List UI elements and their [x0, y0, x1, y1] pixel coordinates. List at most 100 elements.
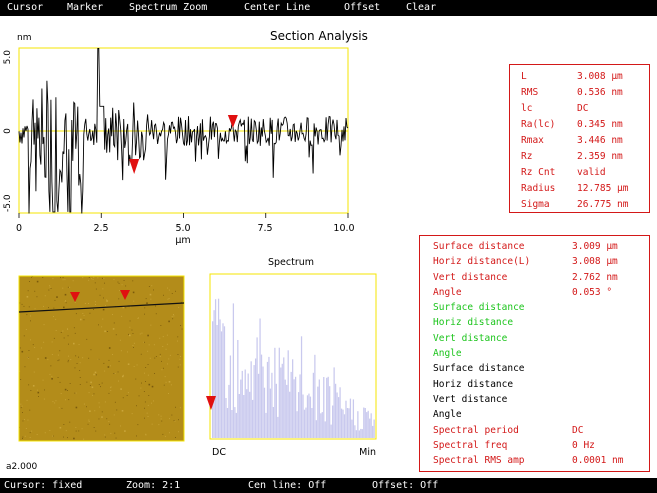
afm-speckle: [93, 373, 95, 376]
afm-speckle: [146, 302, 148, 304]
afm-speckle: [148, 395, 150, 396]
spectrum-bar: [363, 407, 365, 438]
profile-y-unit: nm: [17, 33, 31, 43]
afm-speckle: [118, 298, 120, 300]
afm-speckle: [159, 356, 161, 357]
afm-image[interactable]: [18, 275, 185, 442]
afm-speckle: [47, 359, 49, 361]
afm-speckle: [155, 356, 157, 357]
distance-row: Horiz distance: [420, 315, 649, 330]
afm-speckle: [72, 280, 74, 282]
afm-speckle: [147, 416, 149, 417]
afm-speckle: [101, 411, 103, 413]
afm-speckle: [136, 435, 137, 437]
spectrum-plot[interactable]: DC Min: [206, 273, 377, 458]
afm-speckle: [132, 291, 135, 294]
afm-speckle: [48, 307, 49, 309]
distance-label: Spectral freq: [433, 439, 508, 451]
afm-speckle: [29, 432, 31, 434]
afm-speckle: [144, 401, 146, 403]
afm-speckle: [175, 406, 176, 408]
afm-speckle: [130, 306, 132, 308]
afm-speckle: [161, 420, 163, 422]
afm-speckle: [168, 289, 170, 291]
profile-marker-right[interactable]: [227, 115, 238, 128]
afm-speckle: [88, 392, 90, 394]
afm-speckle: [93, 309, 94, 310]
afm-speckle: [62, 277, 64, 278]
spectrum-bar: [308, 393, 310, 438]
afm-speckle: [54, 402, 56, 404]
afm-speckle: [64, 301, 66, 302]
profile-plot[interactable]: nm 5.0 0 -5.0 0 2.5 5.0 7.5 10.0 µm: [3, 33, 355, 246]
distance-value: 2.762 nm: [572, 271, 618, 283]
afm-speckle: [163, 367, 164, 369]
spectrum-bar: [293, 379, 295, 438]
spectrum-bar: [336, 392, 338, 438]
spectrum-bar: [349, 398, 352, 438]
afm-speckle: [104, 282, 105, 284]
afm-speckle: [117, 281, 119, 283]
spectrum-bar: [337, 397, 340, 438]
afm-speckle: [36, 296, 38, 298]
spectrum-bar: [303, 409, 306, 438]
afm-speckle: [144, 417, 145, 419]
spectrum-bar: [223, 326, 226, 438]
afm-speckle: [57, 354, 59, 356]
afm-speckle: [163, 384, 165, 386]
afm-speckle: [31, 430, 33, 432]
spectrum-bar: [280, 367, 282, 438]
afm-speckle: [49, 430, 51, 431]
afm-speckle: [179, 407, 181, 409]
afm-speckle: [34, 347, 36, 348]
spectrum-bar: [277, 416, 279, 438]
afm-speckle: [106, 300, 108, 302]
profile-marker-left[interactable]: [129, 159, 140, 174]
afm-speckle: [133, 366, 135, 367]
afm-speckle: [160, 325, 162, 326]
afm-speckle: [127, 363, 130, 365]
spectrum-bar: [357, 411, 359, 438]
roughness-row-ra: Ra(lc) 0.345 nm: [510, 117, 649, 133]
afm-speckle: [36, 389, 38, 391]
afm-speckle: [139, 333, 141, 335]
afm-speckle: [112, 328, 115, 330]
profile-axis-ticks: [18, 213, 349, 218]
afm-speckle: [113, 278, 115, 280]
afm-speckle: [160, 418, 162, 420]
afm-speckle: [91, 386, 94, 389]
afm-speckle: [170, 384, 172, 386]
afm-speckle: [100, 386, 101, 388]
distance-row: Horiz distance: [420, 377, 649, 392]
spectrum-bar: [213, 310, 215, 438]
afm-speckle: [57, 360, 59, 362]
spectrum-bar: [243, 395, 245, 438]
afm-speckle: [114, 373, 116, 374]
afm-speckle: [162, 433, 164, 435]
afm-speckle: [44, 389, 45, 391]
afm-speckle: [26, 296, 29, 298]
afm-speckle: [90, 381, 92, 384]
afm-speckle: [179, 364, 181, 366]
afm-speckle: [82, 357, 84, 359]
afm-speckle: [155, 313, 157, 315]
status-cen-line: Cen line: Off: [248, 480, 327, 491]
spectrum-bar: [367, 410, 369, 438]
afm-speckle: [154, 357, 156, 359]
afm-speckle: [27, 419, 29, 421]
spectrum-bar: [340, 408, 343, 438]
afm-speckle: [129, 334, 131, 337]
spectrum-bar: [346, 408, 349, 438]
afm-speckle: [151, 402, 152, 404]
roughness-label: lc: [521, 103, 533, 114]
afm-speckle: [121, 284, 123, 286]
afm-speckle: [148, 286, 150, 287]
afm-speckle: [70, 359, 72, 360]
distance-label: Surface distance: [433, 241, 525, 252]
afm-speckle: [175, 290, 176, 292]
afm-speckle: [51, 375, 53, 377]
afm-speckle: [131, 413, 133, 415]
distance-row: Horiz distance(L) 3.008 µm: [420, 254, 649, 269]
distance-value: 3.008 µm: [572, 256, 618, 268]
afm-speckle: [42, 379, 44, 381]
